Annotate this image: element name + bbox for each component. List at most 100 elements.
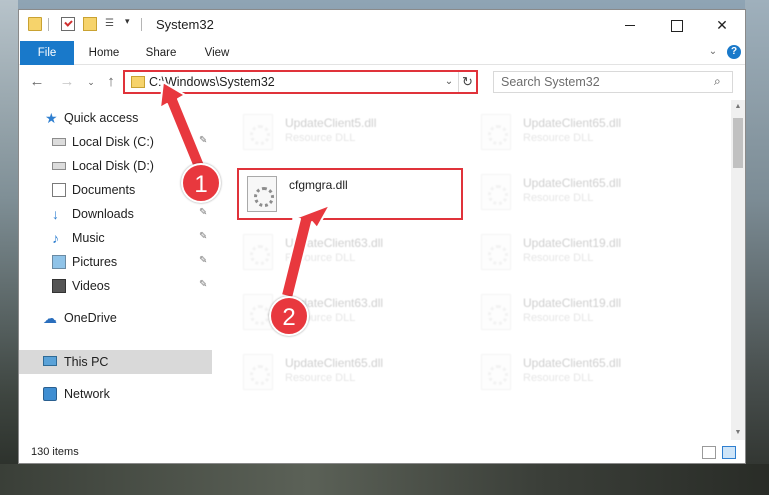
close-button[interactable]: ✕: [699, 10, 745, 40]
star-icon: ★: [45, 110, 58, 126]
address-bar[interactable]: C:\Windows\System32 ⌄ ↻: [123, 70, 478, 94]
window-title: System32: [156, 17, 214, 32]
sidebar-item-label: This PC: [64, 355, 109, 369]
step-badge-2: 2: [269, 296, 309, 336]
file-item[interactable]: UpdateClient19.dll Resource DLL: [473, 228, 699, 280]
file-name: UpdateClient63.dll: [285, 236, 384, 250]
dll-file-icon: [243, 234, 273, 270]
file-item-cfgmgra[interactable]: cfgmgra.dll: [237, 168, 463, 220]
file-item[interactable]: UpdateClient65.dll Resource DLL: [235, 348, 461, 400]
file-name: UpdateClient19.dll: [523, 296, 622, 310]
sidebar-item-videos[interactable]: Videos ✎: [19, 274, 215, 298]
file-item[interactable]: UpdateClient65.dll Resource DLL: [473, 348, 699, 400]
customize-toolbar-icon[interactable]: ☰: [105, 17, 123, 31]
sidebar-item-pictures[interactable]: Pictures ✎: [19, 250, 215, 274]
file-type: Resource DLL: [285, 372, 356, 384]
file-type: Resource DLL: [285, 132, 356, 144]
sidebar-item-label: Pictures: [72, 255, 118, 269]
file-name: cfgmgra.dll: [289, 178, 348, 192]
quick-access-dropdown-icon[interactable]: ▾: [125, 16, 130, 27]
sidebar-item-local-disk-c[interactable]: Local Disk (C:) ✎: [19, 130, 215, 154]
desktop-background-left: [0, 0, 18, 495]
dll-file-icon: [247, 176, 277, 212]
file-name: UpdateClient19.dll: [523, 236, 622, 250]
file-list: UpdateClient5.dll Resource DLL UpdateCli…: [217, 100, 731, 440]
drive-icon: [52, 138, 66, 146]
dll-file-icon: [481, 354, 511, 390]
drive-icon: [52, 162, 66, 170]
pin-icon: ✎: [199, 135, 208, 146]
recent-locations-icon[interactable]: ⌄: [81, 72, 101, 92]
pin-icon: ✎: [199, 207, 208, 218]
tab-home[interactable]: Home: [81, 41, 127, 65]
status-bar: 130 items: [19, 442, 745, 463]
sidebar-item-downloads[interactable]: ↓ Downloads ✎: [19, 202, 215, 226]
file-type: Resource DLL: [285, 252, 356, 264]
file-name: UpdateClient5.dll: [285, 116, 377, 130]
step-badge-1: 1: [181, 163, 221, 203]
up-arrow-icon[interactable]: ↑: [101, 72, 121, 92]
desktop-background-bottom: [0, 464, 769, 495]
search-placeholder: Search System32: [501, 75, 600, 89]
file-type: Resource DLL: [523, 132, 594, 144]
sidebar-item-this-pc[interactable]: This PC: [19, 350, 212, 374]
minimize-button[interactable]: [607, 10, 653, 40]
sidebar-item-onedrive[interactable]: ☁ OneDrive: [19, 306, 215, 330]
tab-file[interactable]: File: [20, 41, 74, 65]
maximize-button[interactable]: [653, 10, 699, 40]
sidebar-item-label: Network: [64, 387, 110, 401]
dll-file-icon: [481, 174, 511, 210]
pin-icon: ✎: [199, 231, 208, 242]
properties-icon[interactable]: [61, 17, 75, 31]
sidebar-item-network[interactable]: Network: [19, 382, 215, 406]
file-item[interactable]: UpdateClient65.dll Resource DLL: [473, 108, 699, 160]
scrollbar-thumb[interactable]: [733, 118, 743, 168]
tiles-view-icon[interactable]: [722, 446, 736, 459]
music-icon: ♪: [52, 230, 59, 246]
documents-icon: [52, 183, 66, 197]
file-type: Resource DLL: [523, 312, 594, 324]
help-icon[interactable]: ?: [727, 45, 741, 59]
file-item[interactable]: UpdateClient63.dll Resource DLL: [235, 228, 461, 280]
sidebar-item-label: Documents: [72, 183, 136, 197]
sidebar-item-label: Quick access: [64, 111, 139, 125]
navigation-bar: ← → ⌄ ↑ C:\Windows\System32 ⌄ ↻ Search S…: [19, 66, 745, 98]
dll-file-icon: [481, 234, 511, 270]
tab-view[interactable]: View: [197, 41, 237, 65]
tab-share[interactable]: Share: [139, 41, 183, 65]
new-folder-icon[interactable]: [83, 17, 97, 31]
item-count: 130 items: [31, 446, 79, 458]
sidebar-item-label: Videos: [72, 279, 110, 293]
file-type: Resource DLL: [523, 252, 594, 264]
file-item[interactable]: UpdateClient19.dll Resource DLL: [473, 288, 699, 340]
details-view-icon[interactable]: [702, 446, 716, 459]
title-separator: [141, 18, 142, 31]
file-item[interactable]: UpdateClient5.dll Resource DLL: [235, 108, 461, 160]
dll-file-icon: [481, 114, 511, 150]
vertical-scrollbar[interactable]: ▲ ▼: [731, 100, 745, 440]
search-icon: ⌕: [714, 74, 721, 88]
expand-ribbon-icon[interactable]: ⌄: [706, 45, 720, 59]
address-path[interactable]: C:\Windows\System32: [149, 75, 275, 89]
file-item[interactable]: UpdateClient65.dll Resource DLL: [473, 168, 699, 220]
refresh-icon[interactable]: ↻: [458, 72, 476, 92]
desktop-background-right: [745, 0, 769, 495]
file-type: Resource DLL: [523, 192, 594, 204]
sidebar-item-music[interactable]: ♪ Music ✎: [19, 226, 215, 250]
back-arrow-icon[interactable]: ←: [27, 72, 47, 92]
file-explorer-window: ☰ ▾ System32 ✕ File Home Share View ⌄ ? …: [18, 9, 746, 464]
sidebar-item-quick-access[interactable]: ★ Quick access: [19, 106, 215, 130]
file-name: UpdateClient65.dll: [285, 356, 384, 370]
folder-icon[interactable]: [28, 17, 42, 31]
cloud-icon: ☁: [43, 310, 57, 326]
scroll-down-icon[interactable]: ▼: [731, 426, 745, 440]
address-dropdown-icon[interactable]: ⌄: [442, 73, 456, 91]
scroll-up-icon[interactable]: ▲: [731, 100, 745, 114]
pin-icon: ✎: [199, 279, 208, 290]
pin-icon: ✎: [199, 255, 208, 266]
ribbon-tabs: File Home Share View ⌄ ?: [19, 41, 745, 65]
file-type: Resource DLL: [523, 372, 594, 384]
file-name: UpdateClient65.dll: [523, 356, 622, 370]
search-input[interactable]: Search System32 ⌕: [493, 71, 733, 93]
forward-arrow-icon[interactable]: →: [57, 72, 77, 92]
